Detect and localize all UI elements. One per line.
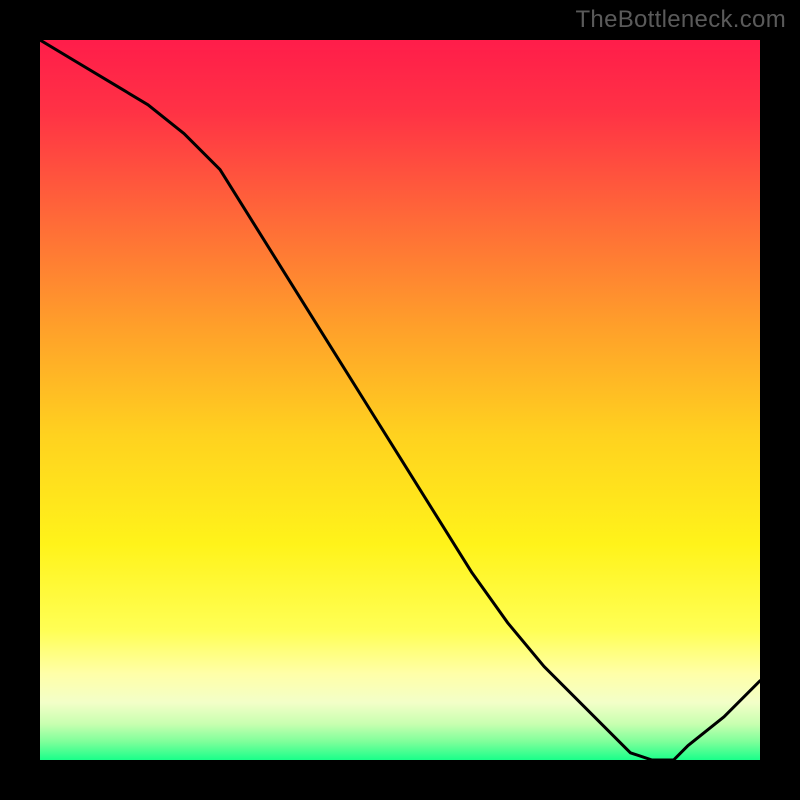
plot-frame [40,40,760,760]
chart-curve [40,40,760,760]
plot-area [40,40,760,760]
attribution-text: TheBottleneck.com [575,6,786,34]
